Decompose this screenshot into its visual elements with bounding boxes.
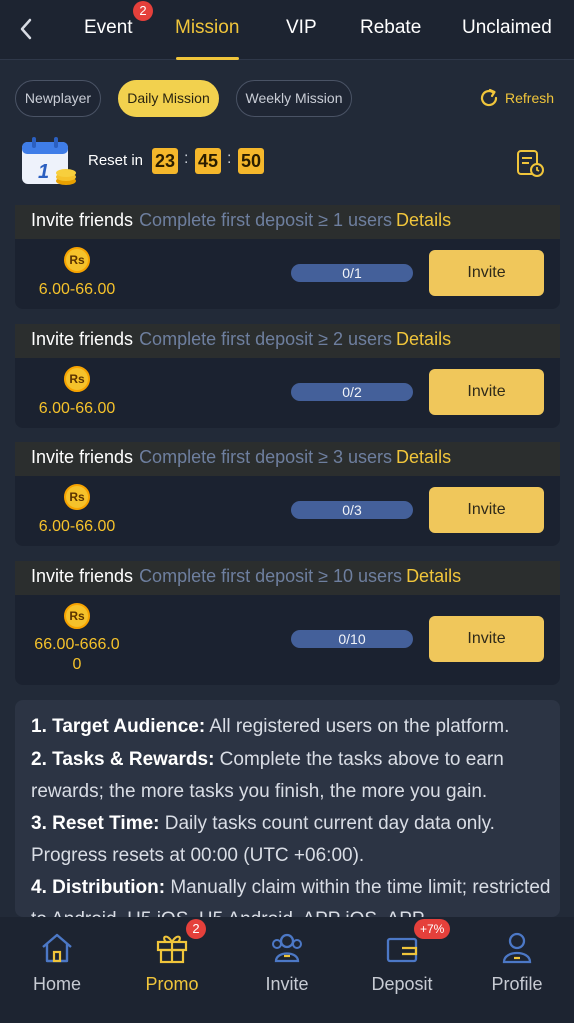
countdown-minutes: 45 [195, 148, 221, 174]
bottom-nav-home[interactable]: Home [0, 917, 114, 1023]
mission-card: Invite friends Complete first deposit ≥ 3… [15, 442, 560, 546]
mission-condition: Complete first deposit ≥ 2 users [139, 329, 393, 349]
countdown-hours: 23 [152, 148, 178, 174]
tab-vip[interactable]: VIP [286, 16, 317, 40]
mission-card: Invite friends Complete first deposit ≥ 1… [15, 561, 560, 685]
mission-progress: 0/1 [291, 264, 413, 282]
deposit-bonus-badge: +7% [414, 919, 451, 939]
rupee-coin-icon: Rs [64, 247, 90, 273]
bottom-nav-promo[interactable]: 2 Promo [115, 917, 229, 1023]
tab-rebate[interactable]: Rebate [360, 16, 421, 40]
mission-card: Invite friends Complete first deposit ≥ 1… [15, 205, 560, 309]
calendar-day: 1 [38, 161, 49, 183]
mission-progress: 0/10 [291, 630, 413, 648]
mission-details-link[interactable]: Details [396, 329, 451, 349]
mission-progress: 0/3 [291, 501, 413, 519]
rule-item: 1. Target Audience: All registered users… [31, 716, 510, 737]
invite-button[interactable]: Invite [429, 369, 544, 415]
mission-body: Rs 6.00-66.00 0/1 Invite [15, 239, 560, 309]
tab-mission[interactable]: Mission [175, 16, 239, 40]
bottom-navigation: Home 2 Promo Invite +7% Deposit Profile [0, 917, 574, 1023]
mission-header: Invite friends Complete first deposit ≥ 2… [15, 324, 560, 358]
mission-title: Invite friends Complete first deposit ≥ 3… [31, 447, 451, 468]
mission-header: Invite friends Complete first deposit ≥ 1… [15, 205, 560, 239]
mission-reward: 6.00-66.00 [38, 281, 116, 298]
mission-body: Rs 66.00-666.0 0 0/10 Invite [15, 595, 560, 685]
mission-title: Invite friends Complete first deposit ≥ 1… [31, 566, 461, 587]
chip-daily-mission[interactable]: Daily Mission [118, 80, 219, 117]
rule-item: 3. Reset Time: Daily tasks count current… [31, 813, 495, 866]
chip-newplayer[interactable]: Newplayer [15, 80, 101, 117]
mission-progress: 0/2 [291, 383, 413, 401]
mission-title: Invite friends Complete first deposit ≥ 1… [31, 210, 451, 231]
mission-condition: Complete first deposit ≥ 10 users [139, 566, 403, 586]
history-record-icon[interactable] [515, 148, 545, 178]
rupee-coin-icon: Rs [64, 366, 90, 392]
mission-condition: Complete first deposit ≥ 1 users [139, 210, 393, 230]
mission-name: Invite friends [31, 447, 134, 467]
active-tab-indicator [176, 57, 239, 60]
invite-button[interactable]: Invite [429, 616, 544, 662]
bottom-nav-label: Profile [491, 974, 543, 994]
mission-body: Rs 6.00-66.00 0/2 Invite [15, 358, 560, 428]
bottom-nav-label: Promo [145, 974, 199, 994]
invite-icon [272, 933, 302, 963]
mission-body: Rs 6.00-66.00 0/3 Invite [15, 476, 560, 546]
top-navigation: Event 2 Mission VIP Rebate Unclaimed [0, 0, 574, 60]
countdown-seconds: 50 [238, 148, 264, 174]
tab-unclaimed[interactable]: Unclaimed [462, 16, 552, 40]
bottom-nav-deposit[interactable]: +7% Deposit [345, 917, 459, 1023]
rupee-coin-icon: Rs [64, 484, 90, 510]
mission-name: Invite friends [31, 329, 134, 349]
bottom-nav-profile[interactable]: Profile [460, 917, 574, 1023]
mission-card: Invite friends Complete first deposit ≥ 2… [15, 324, 560, 428]
mission-name: Invite friends [31, 210, 134, 230]
reset-countdown: 1 Reset in 23 : 45 : 50 [0, 136, 574, 192]
tab-event[interactable]: Event [84, 16, 133, 40]
mission-details-link[interactable]: Details [406, 566, 461, 586]
mission-header: Invite friends Complete first deposit ≥ 1… [15, 561, 560, 595]
event-badge: 2 [133, 1, 153, 21]
countdown-separator: : [227, 150, 232, 167]
mission-rules: 1. Target Audience: All registered users… [15, 700, 560, 917]
profile-icon [502, 932, 532, 964]
mission-details-link[interactable]: Details [396, 447, 451, 467]
mission-reward: 6.00-66.00 [38, 518, 116, 535]
rupee-coin-icon: Rs [64, 603, 90, 629]
mission-reward: 6.00-66.00 [38, 400, 116, 417]
mission-title: Invite friends Complete first deposit ≥ 2… [31, 329, 451, 350]
back-arrow-icon[interactable] [14, 14, 38, 44]
reset-label: Reset in [88, 152, 144, 169]
mission-condition: Complete first deposit ≥ 3 users [139, 447, 393, 467]
gift-icon [156, 935, 188, 964]
invite-button[interactable]: Invite [429, 487, 544, 533]
countdown-separator: : [184, 150, 189, 167]
refresh-label: Refresh [505, 90, 555, 106]
mission-details-link[interactable]: Details [396, 210, 451, 230]
mission-reward-cont: 0 [72, 656, 82, 673]
invite-button[interactable]: Invite [429, 250, 544, 296]
bottom-nav-invite[interactable]: Invite [230, 917, 344, 1023]
rule-item: 4. Distribution: Manually claim within t… [31, 877, 551, 917]
bottom-nav-label: Home [32, 974, 81, 994]
chip-weekly-mission[interactable]: Weekly Mission [236, 80, 352, 117]
mission-reward: 66.00-666.0 [34, 636, 120, 653]
refresh-icon [480, 88, 498, 107]
promo-badge: 2 [186, 919, 206, 939]
home-icon [42, 933, 72, 963]
bottom-nav-label: Deposit [371, 974, 433, 994]
mission-name: Invite friends [31, 566, 134, 586]
bottom-nav-label: Invite [265, 974, 309, 994]
mission-header: Invite friends Complete first deposit ≥ 3… [15, 442, 560, 476]
calendar-icon: 1 [22, 137, 76, 185]
rule-item: 2. Tasks & Rewards: Complete the tasks a… [31, 749, 504, 802]
